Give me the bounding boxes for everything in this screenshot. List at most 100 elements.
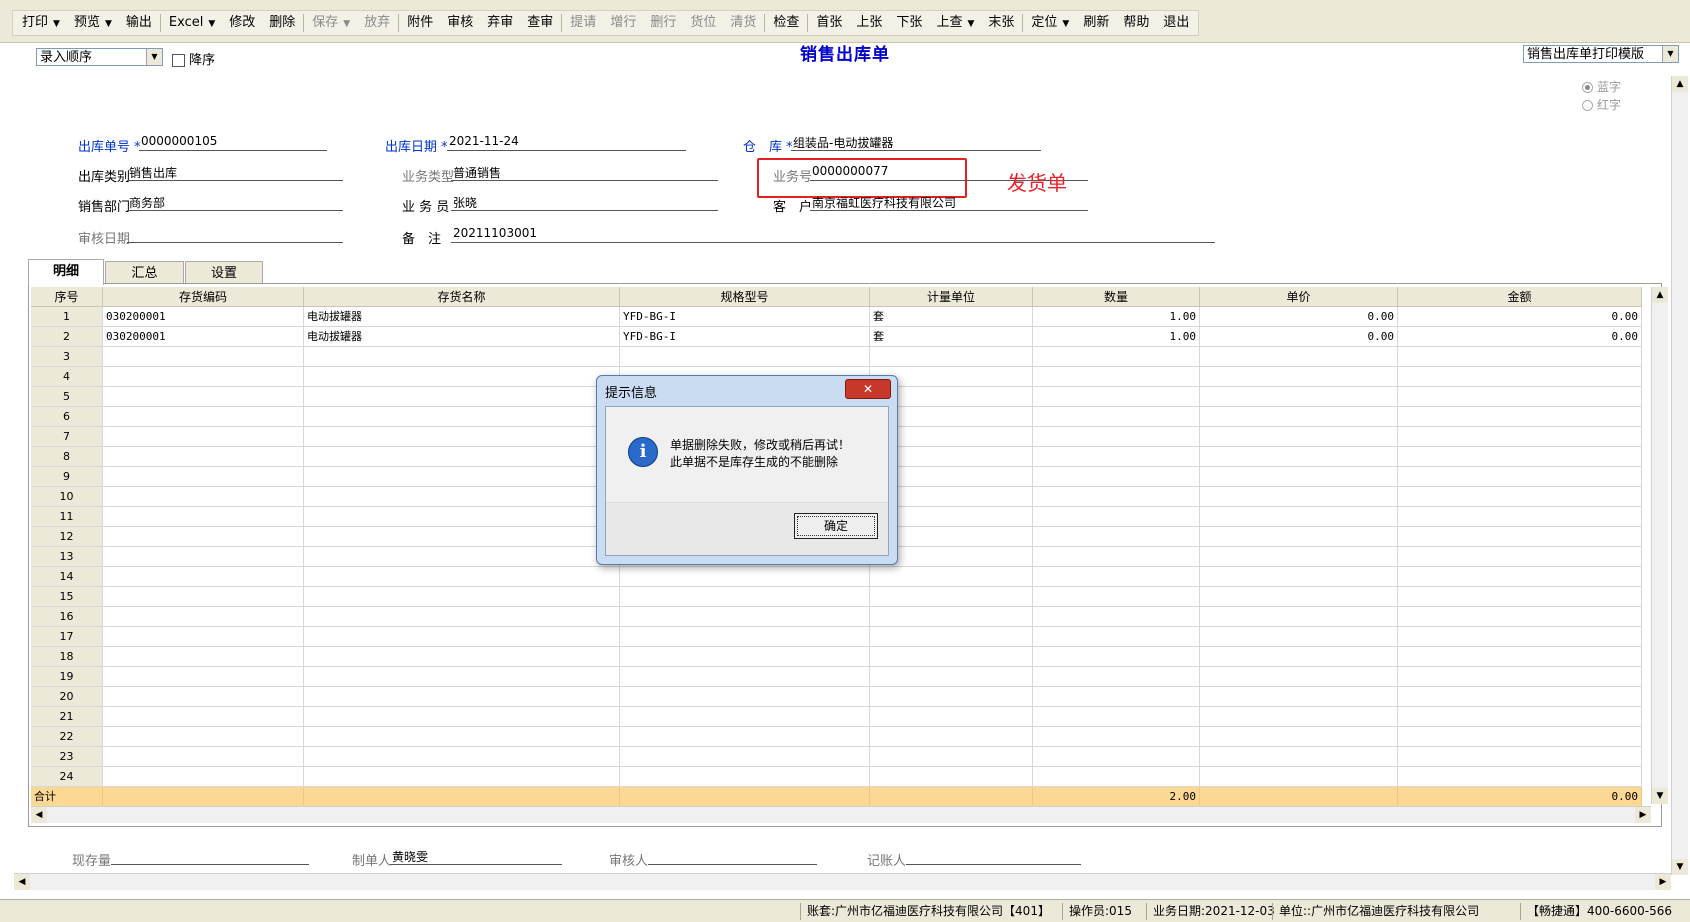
salesman-value[interactable]: 张晓 <box>453 194 477 211</box>
table-row[interactable]: 21 <box>31 707 1642 727</box>
table-cell[interactable] <box>620 767 870 787</box>
table-cell[interactable] <box>1398 487 1642 507</box>
toolbar-button[interactable]: 输出 <box>119 12 159 34</box>
out-type-value[interactable]: 销售出库 <box>129 164 177 181</box>
table-cell[interactable] <box>1033 547 1200 567</box>
table-cell[interactable]: 0.00 <box>1398 327 1642 347</box>
chevron-down-icon[interactable]: ▼ <box>105 19 112 29</box>
column-header[interactable]: 存货编码 <box>103 287 304 307</box>
table-cell[interactable]: 套 <box>870 327 1033 347</box>
toolbar-button[interactable]: 退出 <box>1156 12 1196 34</box>
table-cell[interactable] <box>1398 587 1642 607</box>
table-cell[interactable] <box>1033 427 1200 447</box>
table-cell[interactable] <box>1200 367 1398 387</box>
toolbar-button[interactable]: 货位 <box>683 12 723 34</box>
table-cell[interactable] <box>304 667 620 687</box>
toolbar-button[interactable]: 弃审 <box>480 12 520 34</box>
table-cell[interactable] <box>103 767 304 787</box>
toolbar-button[interactable]: 预览 ▼ <box>67 12 119 34</box>
table-cell[interactable] <box>620 687 870 707</box>
table-cell[interactable] <box>1033 687 1200 707</box>
table-cell[interactable] <box>870 627 1033 647</box>
radio-blue[interactable]: 蓝字 <box>1582 78 1621 95</box>
table-cell[interactable] <box>103 667 304 687</box>
table-cell[interactable] <box>103 747 304 767</box>
toolbar-button[interactable]: 刷新 <box>1076 12 1116 34</box>
toolbar-button[interactable]: 删除 <box>262 12 302 34</box>
toolbar-button[interactable]: 上查 ▼ <box>929 12 981 34</box>
scroll-left-icon[interactable]: ◀ <box>14 874 30 890</box>
table-cell[interactable] <box>1398 447 1642 467</box>
table-cell[interactable] <box>1200 747 1398 767</box>
toolbar-button[interactable]: 修改 <box>222 12 262 34</box>
window-vertical-scrollbar[interactable]: ▲ ▼ <box>1671 76 1688 875</box>
table-cell[interactable] <box>304 487 620 507</box>
close-icon[interactable]: ✕ <box>845 379 891 399</box>
table-cell[interactable]: 030200001 <box>103 327 304 347</box>
table-cell[interactable]: YFD-BG-I <box>620 327 870 347</box>
toolbar-button[interactable]: 上张 <box>849 12 889 34</box>
table-cell[interactable] <box>103 487 304 507</box>
table-cell[interactable] <box>304 707 620 727</box>
table-cell[interactable] <box>1200 647 1398 667</box>
table-cell[interactable] <box>620 567 870 587</box>
tab-settings[interactable]: 设置 <box>185 261 263 284</box>
table-cell[interactable] <box>1398 767 1642 787</box>
radio-red[interactable]: 红字 <box>1582 96 1621 113</box>
table-cell[interactable] <box>1033 347 1200 367</box>
table-cell[interactable] <box>1398 507 1642 527</box>
toolbar-button[interactable]: 检查 <box>766 12 806 34</box>
toolbar-button[interactable]: 放弃 <box>357 12 397 34</box>
table-cell[interactable] <box>103 627 304 647</box>
toolbar-button[interactable]: 首张 <box>809 12 849 34</box>
table-row[interactable]: 15 <box>31 587 1642 607</box>
table-cell[interactable] <box>1033 387 1200 407</box>
table-cell[interactable] <box>304 387 620 407</box>
table-cell[interactable] <box>304 607 620 627</box>
table-cell[interactable] <box>103 407 304 427</box>
table-cell[interactable] <box>1033 727 1200 747</box>
table-cell[interactable] <box>103 687 304 707</box>
table-cell[interactable] <box>103 427 304 447</box>
ok-button[interactable]: 确定 <box>794 513 878 539</box>
column-header[interactable]: 序号 <box>31 287 103 307</box>
table-cell[interactable]: 0.00 <box>1200 307 1398 327</box>
table-cell[interactable] <box>103 607 304 627</box>
radio-icon[interactable] <box>1582 100 1593 111</box>
table-cell[interactable] <box>1200 627 1398 647</box>
table-cell[interactable] <box>304 547 620 567</box>
table-cell[interactable] <box>620 627 870 647</box>
table-cell[interactable] <box>304 447 620 467</box>
table-cell[interactable] <box>1200 707 1398 727</box>
table-cell[interactable] <box>1200 387 1398 407</box>
radio-icon[interactable] <box>1582 82 1593 93</box>
toolbar-button[interactable]: 清货 <box>723 12 763 34</box>
remark-value[interactable]: 20211103001 <box>453 226 537 240</box>
table-cell[interactable] <box>1398 667 1642 687</box>
toolbar-button[interactable]: 附件 <box>400 12 440 34</box>
table-cell[interactable] <box>1033 707 1200 727</box>
scroll-left-icon[interactable]: ◀ <box>31 807 47 823</box>
table-cell[interactable] <box>103 707 304 727</box>
scroll-right-icon[interactable]: ▶ <box>1635 807 1651 823</box>
chevron-down-icon[interactable]: ▼ <box>967 19 974 29</box>
table-row[interactable]: 24 <box>31 767 1642 787</box>
table-cell[interactable] <box>1033 767 1200 787</box>
table-cell[interactable] <box>103 567 304 587</box>
table-cell[interactable] <box>620 667 870 687</box>
table-cell[interactable] <box>103 447 304 467</box>
table-cell[interactable] <box>870 647 1033 667</box>
column-header[interactable]: 金额 <box>1398 287 1642 307</box>
table-cell[interactable] <box>620 607 870 627</box>
warehouse-value[interactable]: 组装品-电动拔罐器 <box>793 134 893 151</box>
table-cell[interactable] <box>1200 527 1398 547</box>
customer-value[interactable]: 南京福虹医疗科技有限公司 <box>812 194 956 211</box>
toolbar-button[interactable]: 帮助 <box>1116 12 1156 34</box>
table-row[interactable]: 14 <box>31 567 1642 587</box>
table-cell[interactable] <box>103 387 304 407</box>
table-cell[interactable] <box>1033 667 1200 687</box>
toolbar-button[interactable]: 末张 <box>981 12 1021 34</box>
chevron-down-icon[interactable]: ▼ <box>1062 19 1069 29</box>
table-cell[interactable] <box>103 547 304 567</box>
column-header[interactable]: 存货名称 <box>304 287 620 307</box>
